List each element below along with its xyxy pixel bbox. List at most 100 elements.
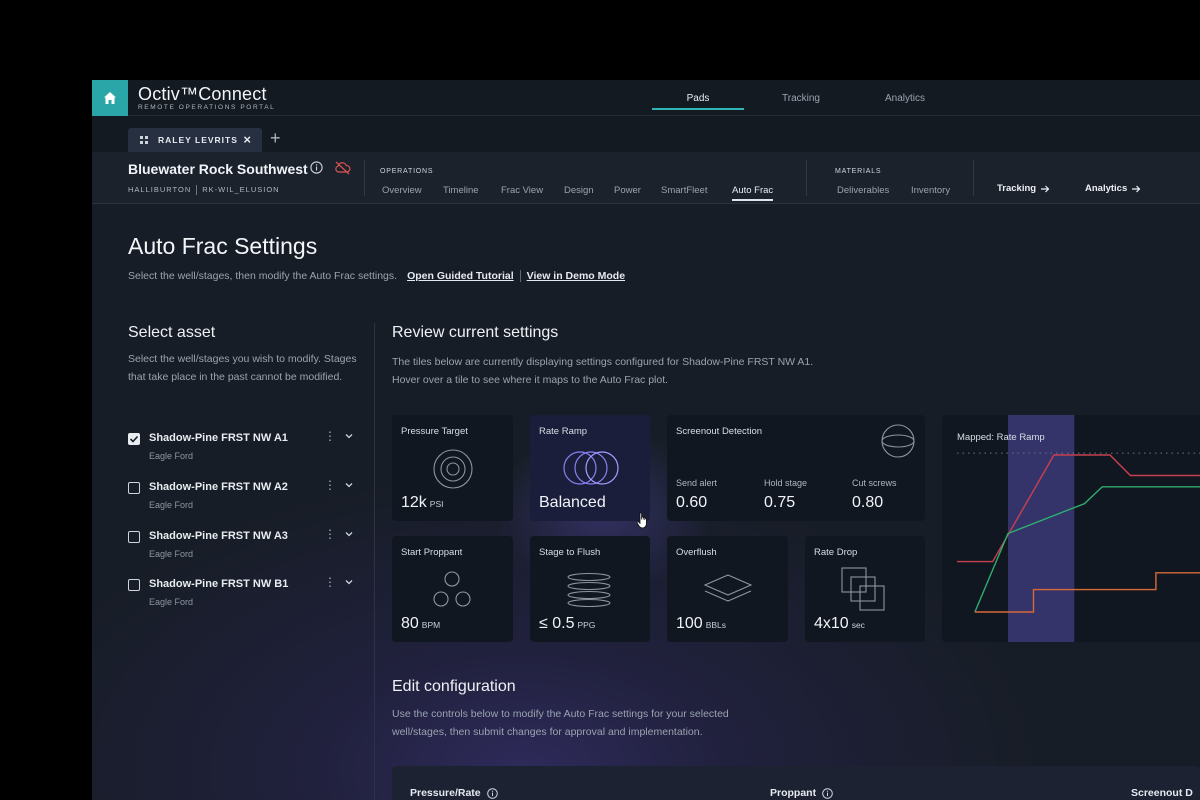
stacked-squares-icon xyxy=(841,567,885,611)
checkbox[interactable] xyxy=(128,531,140,543)
tile-value-number: 80 xyxy=(401,615,419,632)
guided-tutorial-link[interactable]: Open Guided Tutorial xyxy=(407,270,514,282)
ops-link-power[interactable]: Power xyxy=(614,185,641,196)
edit-column-pressure-rate: Pressure/Rate xyxy=(410,787,498,799)
info-icon[interactable] xyxy=(310,161,323,179)
tile-value: ≤ 0.5 PPG xyxy=(539,615,595,633)
home-button[interactable] xyxy=(92,80,128,116)
top-bar: Octiv™Connect REMOTE OPERATIONS PORTAL P… xyxy=(92,80,1200,116)
edit-column-screenout: Screenout D xyxy=(1131,787,1193,799)
edit-column-label: Pressure/Rate xyxy=(410,787,481,799)
ops-link-auto-frac[interactable]: Auto Frac xyxy=(732,185,774,201)
ops-link-smartfleet[interactable]: SmartFleet xyxy=(661,185,707,196)
checkbox-checked[interactable] xyxy=(128,433,140,445)
site-name: Bluewater Rock Southwest xyxy=(128,161,308,177)
more-vertical-icon[interactable]: ⋮ xyxy=(324,430,336,442)
materials-label: MATERIALS xyxy=(835,168,882,175)
screenout-cut-screws: Cut screws 0.80 xyxy=(852,478,897,512)
chevron-down-icon[interactable] xyxy=(344,577,354,587)
checkmark-icon xyxy=(129,435,139,443)
proppant-circles-icon xyxy=(433,571,471,607)
tile-start-proppant[interactable]: Start Proppant 80 BPM xyxy=(392,536,513,642)
chevron-down-icon[interactable] xyxy=(344,480,354,490)
new-tab-button[interactable]: + xyxy=(270,128,281,148)
column-divider xyxy=(374,323,375,800)
info-icon[interactable] xyxy=(486,787,498,799)
close-icon[interactable]: × xyxy=(243,133,252,146)
review-description-line: The tiles below are currently displaying… xyxy=(392,356,814,368)
tile-value: 12k PSI xyxy=(401,494,444,512)
tile-value: 4x10 sec xyxy=(814,615,865,633)
site-meta: HALLIBURTON RK-WIL_ELUSION xyxy=(128,185,280,196)
edit-description-line: Use the controls below to modify the Aut… xyxy=(392,708,729,720)
tile-value-number: 4x10 xyxy=(814,615,849,632)
jump-link-analytics[interactable]: Analytics xyxy=(1085,183,1141,194)
tile-screenout-detection[interactable]: Screenout Detection Send alert 0.60 Hold… xyxy=(667,415,925,521)
globe-icon xyxy=(881,424,915,458)
asset-basin: Eagle Ford xyxy=(149,500,194,510)
materials-link-inventory[interactable]: Inventory xyxy=(911,185,950,196)
ops-link-design[interactable]: Design xyxy=(564,185,594,196)
more-vertical-icon[interactable]: ⋮ xyxy=(324,528,336,540)
edit-column-label: Screenout D xyxy=(1131,787,1193,799)
chevron-down-icon[interactable] xyxy=(344,431,354,441)
screenout-item-value: 0.60 xyxy=(676,494,708,511)
tab-raley-levrits[interactable]: RALEY LEVRITS × xyxy=(128,128,262,152)
tile-value: Balanced xyxy=(539,494,606,512)
ops-link-frac-view[interactable]: Frac View xyxy=(501,185,543,196)
screenout-item-label: Cut screws xyxy=(852,478,897,488)
jump-link-tracking[interactable]: Tracking xyxy=(997,183,1050,194)
divider xyxy=(519,270,521,282)
divider xyxy=(364,160,365,196)
arrow-right-icon xyxy=(1132,185,1141,192)
screenout-item-value: 0.80 xyxy=(852,494,884,511)
asset-item[interactable]: Shadow-Pine FRST NW A3 Eagle Ford ⋮ xyxy=(128,528,356,570)
company-name: HALLIBURTON xyxy=(128,185,192,194)
operations-label: OPERATIONS xyxy=(380,168,434,175)
tile-stage-to-flush[interactable]: Stage to Flush ≤ 0.5 PPG xyxy=(530,536,650,642)
screenout-item-label: Send alert xyxy=(676,478,718,488)
tile-value-number: 12k xyxy=(401,494,427,511)
tile-rate-drop[interactable]: Rate Drop 4x10 sec xyxy=(805,536,925,642)
ops-link-overview[interactable]: Overview xyxy=(382,185,422,196)
tile-label: Start Proppant xyxy=(401,547,463,558)
layers-icon xyxy=(703,574,753,602)
asset-item[interactable]: Shadow-Pine FRST NW A2 Eagle Ford ⋮ xyxy=(128,479,356,521)
tile-overflush[interactable]: Overflush 100 BBLs xyxy=(667,536,788,642)
info-icon[interactable] xyxy=(822,787,833,799)
brand-logo[interactable]: Octiv™Connect REMOTE OPERATIONS PORTAL xyxy=(138,85,275,111)
brand-subtitle: REMOTE OPERATIONS PORTAL xyxy=(138,104,276,111)
asset-item[interactable]: Shadow-Pine FRST NW A1 Eagle Ford ⋮ xyxy=(128,430,356,472)
more-vertical-icon[interactable]: ⋮ xyxy=(324,479,336,491)
tile-label: Rate Drop xyxy=(814,547,858,558)
edit-column-label: Proppant xyxy=(770,787,817,799)
nav-tab-tracking[interactable]: Tracking xyxy=(756,80,846,116)
more-vertical-icon[interactable]: ⋮ xyxy=(324,576,336,588)
asset-item[interactable]: Shadow-Pine FRST NW B1 Eagle Ford ⋮ xyxy=(128,576,356,618)
tile-rate-ramp[interactable]: Rate Ramp Balanced xyxy=(530,415,650,521)
asset-name: Shadow-Pine FRST NW A1 xyxy=(149,432,288,444)
highlight-band xyxy=(1008,415,1075,642)
ops-link-timeline[interactable]: Timeline xyxy=(443,185,479,196)
asset-basin: Eagle Ford xyxy=(149,549,194,559)
checkbox[interactable] xyxy=(128,579,140,591)
chevron-down-icon[interactable] xyxy=(344,529,354,539)
arrow-right-icon xyxy=(1041,185,1050,192)
tab-strip: RALEY LEVRITS × + xyxy=(92,116,1200,152)
tile-value-unit: BPM xyxy=(421,620,441,630)
nav-tab-analytics[interactable]: Analytics xyxy=(860,80,950,116)
nav-tab-pads[interactable]: Pads xyxy=(652,80,744,116)
target-rings-icon xyxy=(433,449,473,489)
jump-link-label: Analytics xyxy=(1085,183,1128,194)
demo-mode-link[interactable]: View in Demo Mode xyxy=(527,270,625,282)
checkbox[interactable] xyxy=(128,482,140,494)
tile-value: 100 BBLs xyxy=(676,615,726,633)
jump-link-label: Tracking xyxy=(997,183,1037,194)
tile-label: Pressure Target xyxy=(401,426,468,437)
tile-pressure-target[interactable]: Pressure Target 12k PSI xyxy=(392,415,513,521)
auto-frac-plot[interactable]: Mapped: Rate Ramp xyxy=(942,415,1200,642)
materials-link-deliverables[interactable]: Deliverables xyxy=(837,185,889,196)
asset-name: Shadow-Pine FRST NW A3 xyxy=(149,530,288,542)
tile-value-unit: sec xyxy=(851,620,865,630)
select-asset-description: Select the well/stages you wish to modif… xyxy=(128,353,357,383)
